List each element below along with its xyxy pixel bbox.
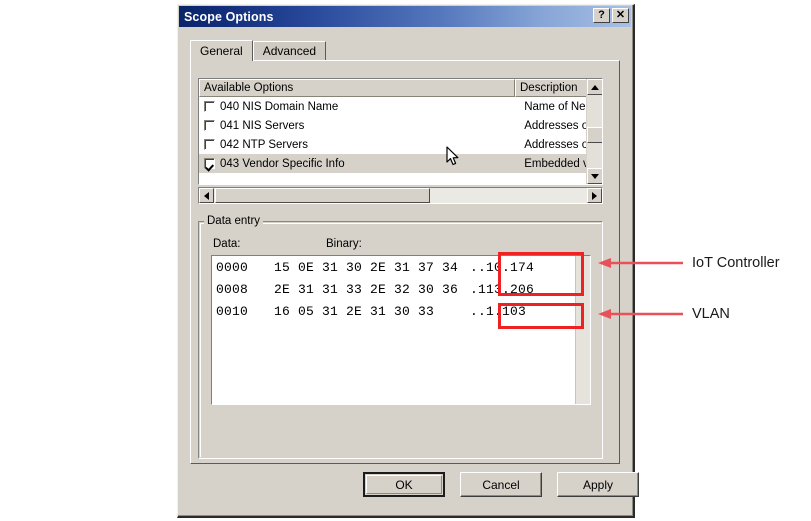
data-entry-legend: Data entry — [204, 215, 264, 227]
list-item[interactable]: 040 NIS Domain Name Name of Ne — [199, 97, 602, 116]
hex-bytes: 15 0E 31 30 2E 31 37 34 — [274, 259, 459, 275]
option-checkbox[interactable] — [204, 139, 215, 150]
hex-offset: 0000 — [216, 259, 249, 275]
hex-vertical-scrollbar[interactable] — [575, 256, 590, 404]
hex-row: 0008 2E 31 31 33 2E 32 30 36 .113.206 — [212, 278, 590, 300]
ok-button[interactable]: OK — [363, 472, 445, 497]
ok-button-face: OK — [366, 475, 442, 494]
dialog-button-row: OK Cancel Apply — [363, 472, 639, 497]
title-bar-buttons: ? ✕ — [593, 8, 629, 23]
available-options-list[interactable]: Available Options Description 040 NIS Do… — [198, 78, 603, 185]
list-horizontal-scrollbar[interactable] — [198, 187, 603, 204]
option-checkbox[interactable] — [204, 120, 215, 131]
option-label: 042 NTP Servers — [220, 138, 308, 151]
scroll-right-icon[interactable] — [587, 188, 602, 203]
hex-row: 0010 16 05 31 2E 31 30 33 ..1.103 — [212, 300, 590, 322]
list-item-selected[interactable]: 043 Vendor Specific Info Embedded v — [199, 154, 602, 173]
tab-advanced[interactable]: Advanced — [252, 41, 327, 60]
hex-offset: 0010 — [216, 303, 249, 319]
list-item[interactable]: 041 NIS Servers Addresses o — [199, 116, 602, 135]
hex-ascii: ..1.103 — [470, 303, 527, 319]
binary-data-entry-field[interactable]: 0000 15 0E 31 30 2E 31 37 34 ..10.174 00… — [211, 255, 591, 405]
ok-button-label: OK — [395, 477, 413, 492]
window-title: Scope Options — [184, 9, 274, 24]
annotation-label-iot-controller: IoT Controller — [692, 255, 780, 271]
scope-options-dialog: Scope Options ? ✕ General Advanced Avail… — [177, 4, 639, 518]
hex-offset: 0008 — [216, 281, 249, 297]
scroll-up-icon[interactable] — [587, 79, 602, 95]
help-button[interactable]: ? — [593, 8, 610, 23]
tab-general[interactable]: General — [190, 40, 253, 61]
scroll-left-icon[interactable] — [199, 188, 214, 203]
column-header-available-options[interactable]: Available Options — [199, 79, 515, 97]
label-data: Data: — [213, 238, 241, 250]
vertical-scroll-thumb[interactable] — [587, 127, 602, 143]
tab-strip: General Advanced — [190, 40, 620, 61]
hex-row: 0000 15 0E 31 30 2E 31 37 34 ..10.174 — [212, 256, 590, 278]
option-label: 043 Vendor Specific Info — [220, 157, 345, 170]
list-item[interactable]: 042 NTP Servers Addresses o — [199, 135, 602, 154]
option-label: 040 NIS Domain Name — [220, 100, 339, 113]
list-header: Available Options Description — [199, 79, 602, 97]
option-label: 041 NIS Servers — [220, 119, 305, 132]
hex-ascii: .113.206 — [470, 281, 535, 297]
cancel-button[interactable]: Cancel — [460, 472, 542, 497]
scroll-down-icon[interactable] — [587, 168, 602, 184]
hex-ascii: ..10.174 — [470, 259, 535, 275]
apply-button[interactable]: Apply — [557, 472, 639, 497]
option-checkbox-checked[interactable] — [204, 158, 215, 169]
label-binary: Binary: — [326, 238, 362, 250]
title-bar[interactable]: Scope Options ? ✕ — [179, 6, 631, 27]
list-vertical-scrollbar[interactable] — [586, 79, 602, 184]
close-icon[interactable]: ✕ — [612, 8, 629, 23]
list-rows: 040 NIS Domain Name Name of Ne 041 NIS S… — [199, 97, 602, 173]
hex-bytes: 2E 31 31 33 2E 32 30 36 — [274, 281, 459, 297]
annotation-label-vlan: VLAN — [692, 306, 730, 322]
hex-bytes: 16 05 31 2E 31 30 33 — [274, 303, 459, 319]
horizontal-scroll-thumb[interactable] — [215, 188, 430, 203]
option-checkbox[interactable] — [204, 101, 215, 112]
